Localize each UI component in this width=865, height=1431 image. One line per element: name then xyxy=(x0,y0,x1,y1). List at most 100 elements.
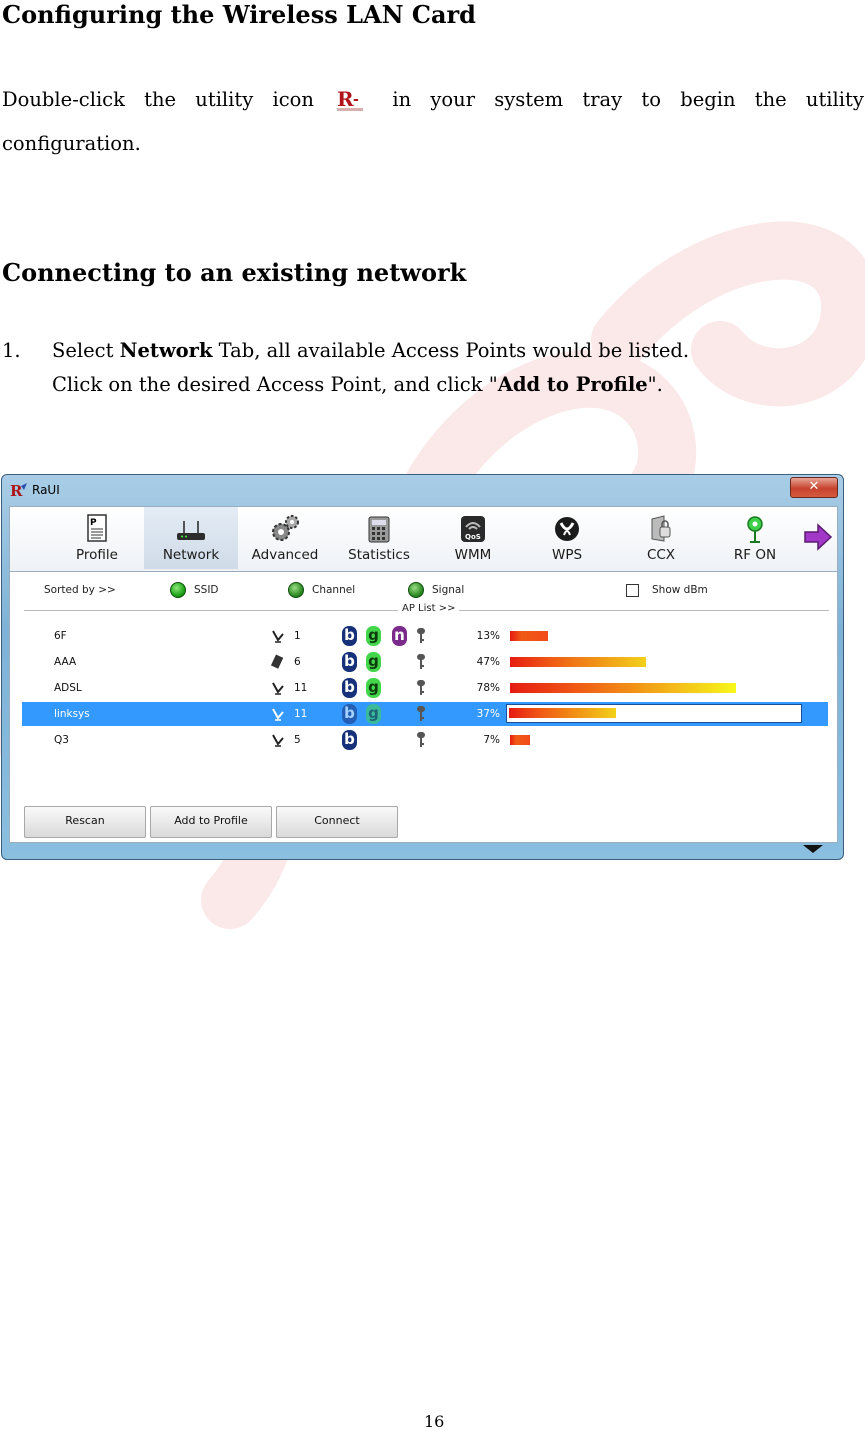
tab-ccx[interactable]: CCX xyxy=(614,507,708,569)
section-heading: Configuring the Wireless LAN Card xyxy=(2,0,476,29)
ap-ssid: linksys xyxy=(54,708,90,720)
signal-bar xyxy=(510,657,646,667)
tab-wps[interactable]: WPS xyxy=(520,507,614,569)
ap-row[interactable]: linksys 11 b g 37% xyxy=(22,702,828,726)
tab-advanced[interactable]: Advanced xyxy=(238,507,332,569)
antenna-icon xyxy=(272,630,284,643)
calculator-icon xyxy=(368,516,390,543)
raui-window: R RaUI ✕ P Profile Network Advanced Stat… xyxy=(1,474,844,860)
tab-label: CCX xyxy=(646,547,676,563)
step-text: ". xyxy=(647,373,663,396)
sort-bar: Sorted by >> SSID Channel Signal Show dB… xyxy=(10,572,837,602)
antenna-icon xyxy=(272,708,284,721)
ap-row[interactable]: 6F 1 b g n 13% xyxy=(22,624,828,648)
signal-bar-track xyxy=(508,628,802,643)
tab-statistics[interactable]: Statistics xyxy=(332,507,426,569)
ap-channel: 6 xyxy=(294,656,301,668)
ap-row[interactable]: Q3 5 b 7% xyxy=(22,728,828,752)
tab-label: WPS xyxy=(551,547,583,563)
key-icon xyxy=(417,732,425,747)
word: your xyxy=(430,88,476,111)
mode-g-badge: g xyxy=(366,678,381,698)
word: utility xyxy=(805,88,864,111)
ap-ssid: ADSL xyxy=(54,682,82,694)
svg-text:R: R xyxy=(337,87,354,111)
tab-wmm[interactable]: QoS WMM xyxy=(426,507,520,569)
mode-b-badge: b xyxy=(342,652,357,672)
word: utility xyxy=(195,88,254,111)
tab-label: Profile xyxy=(76,547,118,563)
signal-bar-track xyxy=(506,704,802,723)
step-line-1: Select Network Tab, all available Access… xyxy=(52,338,689,364)
signal-bar xyxy=(510,683,736,693)
step-number: 1. xyxy=(2,339,21,362)
ap-list: 6F 1 b g n 13% AAA 6 b g 47% ADSL 11 b g 78% linksys 11 b g… xyxy=(22,620,828,802)
tab-label: WMM xyxy=(454,547,492,563)
signal-bar xyxy=(510,631,548,641)
ap-signal-percent: 13% xyxy=(476,630,500,642)
ap-channel: 5 xyxy=(294,734,301,746)
ap-list-label: AP List >> xyxy=(398,603,460,614)
ap-channel: 11 xyxy=(294,682,308,694)
word: the xyxy=(754,88,787,111)
step-text: Click on the desired Access Point, and c… xyxy=(52,373,498,396)
ap-row[interactable]: AAA 6 b g 47% xyxy=(22,650,828,674)
key-icon xyxy=(417,654,425,669)
rf-on-icon xyxy=(747,516,763,543)
add-to-profile-button[interactable]: Add to Profile xyxy=(150,806,272,838)
sort-ssid-label: SSID xyxy=(194,584,219,596)
word: the xyxy=(144,88,177,111)
utility-tray-icon: R - xyxy=(337,87,364,111)
word: Double-click xyxy=(2,88,125,111)
toolbar: P Profile Network Advanced Statistics Qo… xyxy=(9,506,838,572)
tab-profile[interactable]: P Profile xyxy=(50,507,144,569)
ap-row[interactable]: ADSL 11 b g 78% xyxy=(22,676,828,700)
network-card-icon xyxy=(270,654,284,669)
ap-channel: 11 xyxy=(294,708,308,720)
mode-b-badge: b xyxy=(342,704,357,724)
sort-channel-radio[interactable] xyxy=(288,582,304,598)
expand-arrow-icon[interactable] xyxy=(803,845,823,853)
svg-text:P: P xyxy=(90,518,97,528)
show-dbm-label: Show dBm xyxy=(652,584,708,596)
ap-signal-percent: 37% xyxy=(476,708,500,720)
word: in xyxy=(392,88,412,111)
next-arrow-icon[interactable] xyxy=(803,523,833,551)
key-icon xyxy=(417,628,425,643)
signal-bar xyxy=(510,735,530,745)
raui-logo-icon: R xyxy=(10,482,27,498)
title-bar: R RaUI ✕ xyxy=(2,475,843,505)
mode-b-badge: b xyxy=(342,678,357,698)
tab-network[interactable]: Network xyxy=(144,507,238,569)
svg-text:-: - xyxy=(353,92,359,108)
signal-bar-track xyxy=(508,732,802,747)
ap-channel: 1 xyxy=(294,630,301,642)
show-dbm-checkbox[interactable] xyxy=(626,584,639,597)
sort-signal-radio[interactable] xyxy=(408,582,424,598)
svg-text:R: R xyxy=(10,482,23,498)
step-text: Tab, all available Access Points would b… xyxy=(212,339,690,362)
step-bold-add-to-profile: Add to Profile xyxy=(497,373,648,396)
rescan-button[interactable]: Rescan xyxy=(24,806,146,838)
tab-label: Advanced xyxy=(251,547,319,563)
step-bold-network: Network xyxy=(119,339,213,362)
connect-button[interactable]: Connect xyxy=(276,806,398,838)
antenna-icon xyxy=(272,682,284,695)
tab-rf-on[interactable]: RF ON xyxy=(708,507,802,569)
word: icon xyxy=(272,88,314,111)
close-button[interactable]: ✕ xyxy=(790,477,838,498)
key-icon xyxy=(417,706,425,721)
tab-label: Statistics xyxy=(348,547,410,563)
word: to xyxy=(641,88,661,111)
sorted-by-label: Sorted by >> xyxy=(44,584,116,596)
ap-signal-percent: 47% xyxy=(476,656,500,668)
ap-signal-percent: 78% xyxy=(476,682,500,694)
tab-label: RF ON xyxy=(733,547,777,563)
ap-signal-percent: 7% xyxy=(483,734,500,746)
profile-icon: P xyxy=(87,514,107,542)
close-icon: ✕ xyxy=(808,479,820,494)
ap-ssid: AAA xyxy=(54,656,77,668)
mode-g-badge: g xyxy=(366,652,381,672)
sort-ssid-radio[interactable] xyxy=(170,582,186,598)
tab-label: Network xyxy=(162,547,220,563)
